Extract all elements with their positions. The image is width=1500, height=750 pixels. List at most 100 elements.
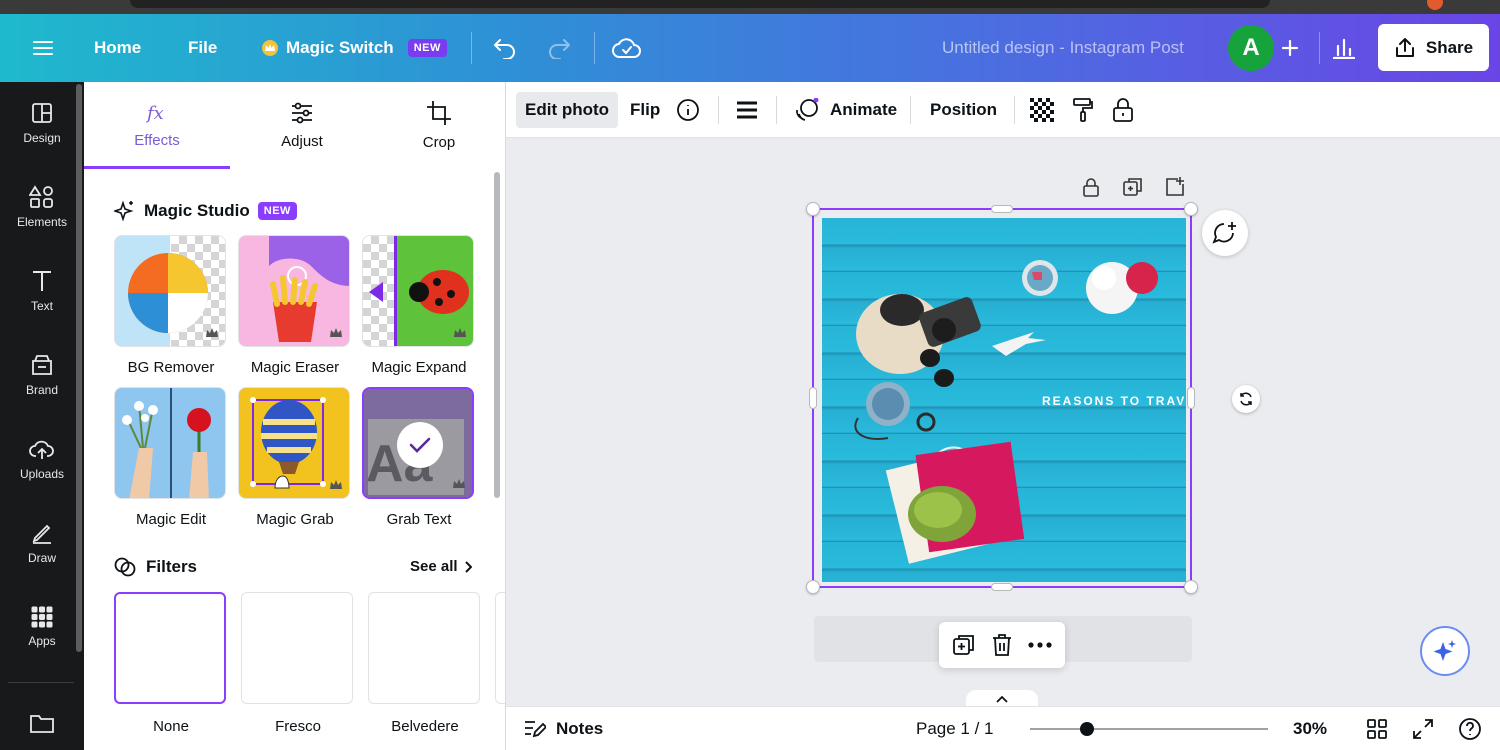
notes-button[interactable]: Notes (524, 707, 603, 750)
magic-studio-heading: Magic Studio NEW (114, 200, 297, 222)
copy-style-button[interactable] (1072, 92, 1094, 128)
canvas-title-text[interactable]: REASONS TO TRAVEL (1042, 394, 1186, 408)
save-status-button[interactable] (612, 14, 642, 82)
rail-item-design[interactable]: Design (0, 88, 84, 158)
share-button[interactable]: Share (1378, 24, 1489, 71)
see-all-filters-link[interactable]: See all (410, 558, 472, 575)
selected-check-badge (397, 422, 443, 468)
resize-handle-bottom-right[interactable] (1184, 580, 1198, 594)
toolbar-divider (910, 96, 911, 124)
home-link[interactable]: Home (94, 14, 141, 82)
rail-scrollbar[interactable] (76, 84, 82, 652)
avatar[interactable]: A (1228, 25, 1274, 71)
resize-handle-bottom-left[interactable] (806, 580, 820, 594)
tool-grab-text[interactable]: Aa Grab Text (362, 387, 476, 528)
add-collaborator-button[interactable] (1278, 14, 1302, 82)
tab-adjust[interactable]: Adjust (229, 82, 375, 168)
grid-view-button[interactable] (1366, 707, 1388, 750)
more-options-icon[interactable] (1028, 642, 1052, 648)
crown-icon (330, 480, 342, 489)
share-label: Share (1425, 37, 1474, 57)
rail-item-draw[interactable]: Draw (0, 508, 84, 578)
filter-belvedere[interactable]: Belvedere (368, 592, 482, 735)
magic-assistant-button[interactable] (1420, 626, 1470, 676)
resize-handle-top[interactable] (991, 205, 1013, 213)
panel-scrollbar[interactable] (494, 172, 500, 498)
bar-chart-icon (1332, 38, 1356, 59)
tool-label: Grab Text (386, 511, 452, 528)
redo-button[interactable] (546, 14, 572, 82)
rail-item-text[interactable]: Text (0, 256, 84, 326)
rotate-handle[interactable] (1232, 385, 1260, 413)
tab-crop[interactable]: Crop (366, 82, 505, 168)
edit-photo-button[interactable]: Edit photo (516, 92, 619, 128)
header-divider (594, 32, 595, 64)
design-canvas[interactable]: REASONS TO TRAVEL (812, 208, 1192, 588)
rail-item-elements[interactable]: Elements (0, 172, 84, 242)
filter-none[interactable]: None (114, 592, 228, 735)
notes-icon (525, 721, 546, 738)
resize-handle-top-left[interactable] (806, 202, 820, 216)
text-icon (33, 271, 51, 291)
rail-item-projects[interactable] (0, 688, 84, 750)
filter-fresco[interactable]: Fresco (241, 592, 355, 735)
help-button[interactable] (1458, 707, 1482, 750)
tool-magic-grab[interactable]: Magic Grab (238, 387, 352, 528)
tab-label: Effects (134, 131, 180, 149)
flip-button[interactable]: Flip (630, 92, 660, 128)
fullscreen-button[interactable] (1412, 707, 1434, 750)
resize-handle-right[interactable] (1187, 387, 1195, 409)
tool-label: Magic Grab (256, 511, 334, 528)
active-tab-indicator (84, 166, 230, 169)
tool-thumbnail (114, 235, 226, 347)
pen-icon (32, 524, 51, 544)
chevron-right-icon (464, 560, 472, 573)
rail-item-label: Design (23, 131, 61, 145)
resize-handle-bottom[interactable] (991, 583, 1013, 591)
element-lock-icon[interactable] (1080, 176, 1102, 198)
transparency-button[interactable] (1030, 92, 1054, 128)
resize-handle-top-right[interactable] (1184, 202, 1198, 216)
magic-switch-button[interactable]: Magic Switch NEW (262, 14, 447, 82)
file-menu[interactable]: File (188, 14, 217, 82)
element-add-page-icon[interactable] (1164, 176, 1186, 198)
add-comment-button[interactable] (1202, 210, 1248, 256)
rail-item-apps[interactable]: Apps (0, 592, 84, 662)
browser-address-pill (130, 0, 1270, 8)
new-badge: NEW (407, 39, 447, 57)
travel-photo[interactable]: REASONS TO TRAVEL (822, 218, 1186, 582)
position-button[interactable]: Position (930, 92, 997, 128)
info-icon (677, 99, 699, 121)
tool-magic-eraser[interactable]: Magic Eraser (238, 235, 352, 376)
new-badge: NEW (257, 202, 297, 220)
sparkle-icon (1433, 640, 1456, 661)
undo-button[interactable] (492, 14, 518, 82)
filter-next-partial[interactable] (495, 592, 505, 704)
tab-effects[interactable]: fx Effects (84, 82, 230, 168)
zoom-slider-handle[interactable] (1080, 722, 1095, 736)
rail-item-uploads[interactable]: Uploads (0, 424, 84, 494)
duplicate-page-icon[interactable] (952, 633, 976, 657)
zoom-level[interactable]: 30% (1293, 707, 1327, 750)
floating-page-actions (939, 622, 1065, 668)
document-title[interactable]: Untitled design - Instagram Post (942, 14, 1184, 82)
side-rail: Design Elements Text Brand Uploads Draw … (0, 82, 84, 750)
element-duplicate-icon[interactable] (1122, 176, 1144, 198)
border-style-button[interactable] (736, 92, 758, 128)
hamburger-menu-button[interactable] (28, 14, 58, 82)
info-button[interactable] (676, 92, 700, 128)
insights-button[interactable] (1332, 14, 1356, 82)
trash-icon[interactable] (991, 633, 1013, 657)
hamburger-icon (33, 41, 53, 55)
rail-item-brand[interactable]: Brand (0, 340, 84, 410)
tool-bg-remover[interactable]: BG Remover (114, 235, 228, 376)
tool-magic-expand[interactable]: Magic Expand (362, 235, 476, 376)
page-indicator[interactable]: Page 1 / 1 (916, 707, 994, 750)
zoom-slider[interactable] (1030, 728, 1268, 730)
lock-button[interactable] (1112, 92, 1134, 128)
animate-button[interactable]: Animate (794, 92, 897, 128)
tool-thumbnail (114, 387, 226, 499)
chevron-up-icon (996, 695, 1008, 703)
tool-magic-edit[interactable]: Magic Edit (114, 387, 228, 528)
resize-handle-left[interactable] (809, 387, 817, 409)
